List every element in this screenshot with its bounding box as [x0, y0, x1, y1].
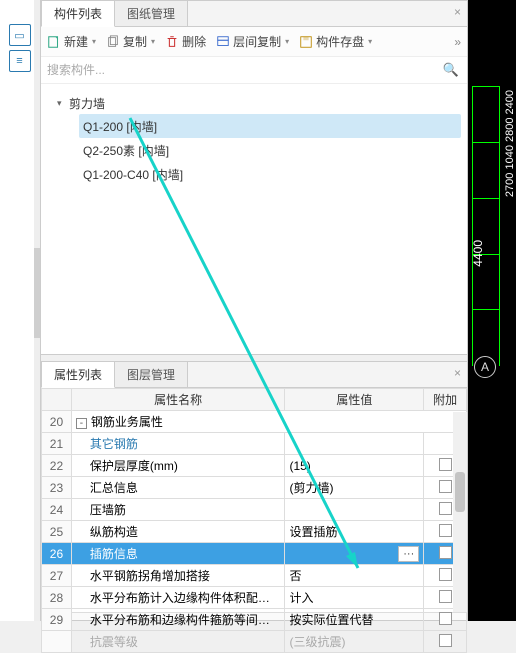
close-icon[interactable]: × — [454, 366, 461, 380]
checkbox[interactable] — [439, 568, 452, 581]
chevron-down-icon: ▾ — [57, 98, 69, 109]
table-row[interactable]: 28水平分布筋计入边缘构件体积配箍率计入 — [42, 587, 467, 609]
delete-button[interactable]: 删除 — [165, 33, 206, 50]
extra-checkbox-cell[interactable] — [424, 631, 467, 653]
col-index — [42, 389, 72, 411]
checkbox[interactable] — [439, 612, 452, 625]
search-icon[interactable]: 🔍 — [439, 62, 463, 78]
property-name: 水平钢筋拐角增加搭接 — [71, 565, 285, 587]
tab-property-list[interactable]: 属性列表 — [41, 361, 115, 388]
tree-item-label: Q1-200-C40 [内墙] — [83, 166, 183, 183]
save-disk-button[interactable]: 构件存盘▾ — [299, 33, 372, 50]
property-name: 纵筋构造 — [71, 521, 285, 543]
table-row[interactable]: 21其它钢筋 — [42, 433, 467, 455]
component-toolbar: 新建▾ 复制▾ 删除 层间复制▾ 构件存盘▾ » — [41, 27, 467, 57]
table-scrollbar[interactable] — [453, 412, 467, 612]
checkbox[interactable] — [439, 524, 452, 537]
rail-icon-2[interactable]: ≡ — [9, 50, 31, 72]
property-name: 插筋信息 — [71, 543, 285, 565]
checkbox[interactable] — [439, 480, 452, 493]
property-name: -钢筋业务属性 — [71, 411, 466, 433]
col-name: 属性名称 — [71, 389, 285, 411]
property-name: 水平分布筋计入边缘构件体积配箍率 — [71, 587, 285, 609]
property-value[interactable]: 计入 — [285, 587, 424, 609]
property-value[interactable] — [285, 499, 424, 521]
tree-item-label: Q1-200 [内墙] — [83, 118, 157, 135]
row-index: 24 — [42, 499, 72, 521]
row-index: 20 — [42, 411, 72, 433]
tree-item[interactable]: Q2-250素 [内墙] — [79, 138, 461, 162]
row-index: 25 — [42, 521, 72, 543]
new-button[interactable]: 新建▾ — [47, 33, 96, 50]
property-name: 保护层厚度(mm) — [71, 455, 285, 477]
axis-bubble: A — [474, 356, 496, 378]
tree-group-shearwall[interactable]: ▾ 剪力墙 — [51, 92, 461, 114]
component-tree: ▾ 剪力墙 Q1-200 [内墙] Q2-250素 [内墙] Q1-200-C40 … — [41, 84, 467, 192]
floor-copy-button[interactable]: 层间复制▾ — [216, 33, 289, 50]
checkbox[interactable] — [439, 502, 452, 515]
row-index: 27 — [42, 565, 72, 587]
row-index: 23 — [42, 477, 72, 499]
property-name: 水平分布筋和边缘构件箍筋等间距时 — [71, 609, 285, 631]
property-value[interactable]: ··· — [285, 543, 424, 565]
row-index: 22 — [42, 455, 72, 477]
search-input[interactable] — [45, 59, 439, 81]
row-index: 28 — [42, 587, 72, 609]
cad-viewport[interactable]: 2700 1040 2800 2400 4400 A — [468, 0, 516, 621]
property-name: 抗震等级 — [71, 631, 285, 653]
row-index: 29 — [42, 609, 72, 631]
property-value[interactable]: 设置插筋 — [285, 521, 424, 543]
bottom-tabstrip: 属性列表 图层管理 × — [41, 362, 467, 388]
tab-layer-manage[interactable]: 图层管理 — [115, 362, 188, 387]
table-row[interactable]: 27水平钢筋拐角增加搭接否 — [42, 565, 467, 587]
property-value[interactable]: 按实际位置代替 — [285, 609, 424, 631]
ellipsis-button[interactable]: ··· — [398, 546, 419, 562]
checkbox[interactable] — [439, 546, 452, 559]
row-index: 26 — [42, 543, 72, 565]
top-tabstrip: 构件列表 图纸管理 × — [41, 1, 467, 27]
property-name: 其它钢筋 — [71, 433, 285, 455]
tab-drawing-manage[interactable]: 图纸管理 — [115, 1, 188, 26]
tree-item[interactable]: Q1-200-C40 [内墙] — [79, 162, 461, 186]
property-name: 压墙筋 — [71, 499, 285, 521]
table-row[interactable]: 24压墙筋 — [42, 499, 467, 521]
property-name: 汇总信息 — [71, 477, 285, 499]
row-index — [42, 631, 72, 653]
property-value[interactable]: (剪力墙) — [285, 477, 424, 499]
table-row[interactable]: 22保护层厚度(mm)(15) — [42, 455, 467, 477]
collapse-toggle[interactable]: - — [76, 418, 87, 429]
col-extra: 附加 — [424, 389, 467, 411]
property-value[interactable] — [285, 433, 424, 455]
table-row[interactable]: 29水平分布筋和边缘构件箍筋等间距时按实际位置代替 — [42, 609, 467, 631]
col-value: 属性值 — [285, 389, 424, 411]
table-row[interactable]: 26插筋信息 ··· — [42, 543, 467, 565]
tab-component-list[interactable]: 构件列表 — [41, 0, 115, 27]
close-icon[interactable]: × — [454, 5, 461, 19]
checkbox[interactable] — [439, 458, 452, 471]
property-value[interactable]: 否 — [285, 565, 424, 587]
toolbar-overflow-icon[interactable]: » — [454, 35, 461, 49]
row-index: 21 — [42, 433, 72, 455]
tree-item[interactable]: Q1-200 [内墙] — [79, 114, 461, 138]
tree-item-label: Q2-250素 [内墙] — [83, 142, 169, 159]
table-row[interactable]: 25纵筋构造设置插筋 — [42, 521, 467, 543]
rail-icon-1[interactable]: ▭ — [9, 24, 31, 46]
checkbox[interactable] — [439, 634, 452, 647]
dim-total: 4400 — [471, 240, 485, 267]
property-value[interactable]: (15) — [285, 455, 424, 477]
table-row[interactable]: 20-钢筋业务属性 — [42, 411, 467, 433]
property-table: 属性名称 属性值 附加 20-钢筋业务属性21其它钢筋22保护层厚度(mm)(1… — [41, 388, 467, 653]
table-row[interactable]: 抗震等级(三级抗震) — [42, 631, 467, 653]
property-value[interactable]: (三级抗震) — [285, 631, 424, 653]
copy-button[interactable]: 复制▾ — [106, 33, 155, 50]
checkbox[interactable] — [439, 590, 452, 603]
table-row[interactable]: 23汇总信息(剪力墙) — [42, 477, 467, 499]
